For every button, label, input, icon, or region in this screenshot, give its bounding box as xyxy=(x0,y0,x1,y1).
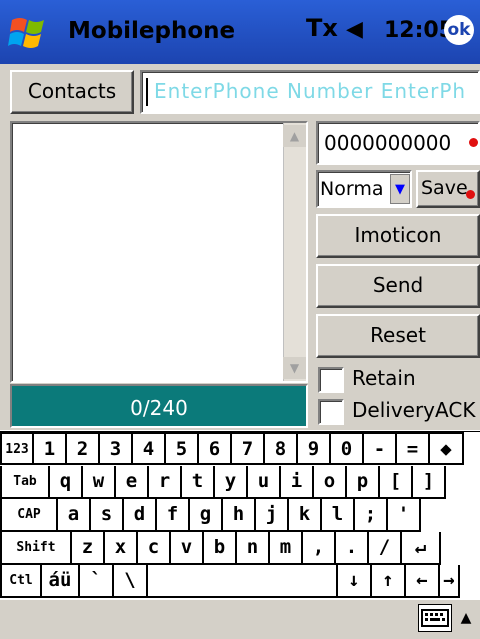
keyboard-key[interactable]: m xyxy=(270,532,303,565)
keyboard-key[interactable]: 1 xyxy=(34,432,67,465)
keyboard-key[interactable]: j xyxy=(256,499,289,532)
keyboard-key[interactable]: x xyxy=(105,532,138,565)
send-button[interactable]: Send xyxy=(316,264,480,308)
keyboard-key[interactable]: 8 xyxy=(265,432,298,465)
keyboard-key[interactable]: ` xyxy=(80,565,114,598)
keyboard-key[interactable]: ◆ xyxy=(430,432,464,465)
keyboard-icon[interactable] xyxy=(418,604,452,632)
keyboard-key[interactable]: \ xyxy=(114,565,148,598)
keyboard-key[interactable]: 0 xyxy=(331,432,364,465)
keyboard-key[interactable]: 7 xyxy=(232,432,265,465)
keyboard-key[interactable]: ← xyxy=(406,565,440,598)
spacebar-key[interactable] xyxy=(148,565,338,598)
keyboard-key[interactable]: u xyxy=(248,466,281,499)
delivery-ack-label: DeliveryACK xyxy=(352,398,476,422)
keyboard-key[interactable]: c xyxy=(138,532,171,565)
keyboard-key[interactable]: i xyxy=(281,466,314,499)
keyboard-key[interactable]: - xyxy=(364,432,397,465)
red-dot-marker xyxy=(466,190,475,199)
character-counter: 0/240 xyxy=(10,384,308,428)
keyboard-key[interactable]: áü xyxy=(42,565,80,598)
keyboard-key[interactable]: h xyxy=(223,499,256,532)
keyboard-key[interactable]: n xyxy=(237,532,270,565)
scroll-down-arrow-icon[interactable]: ▼ xyxy=(283,357,306,379)
menu-bar xyxy=(0,599,480,639)
keyboard-key[interactable]: 4 xyxy=(133,432,166,465)
imoticon-button[interactable]: Imoticon xyxy=(316,214,480,258)
delivery-ack-checkbox[interactable] xyxy=(318,399,344,425)
keyboard-key[interactable]: d xyxy=(124,499,157,532)
keyboard-key[interactable]: l xyxy=(322,499,355,532)
keyboard-key[interactable]: s xyxy=(91,499,124,532)
keyboard-key[interactable]: q xyxy=(50,466,83,499)
keyboard-key[interactable]: Tab xyxy=(0,466,50,499)
keyboard-key[interactable]: Shift xyxy=(0,532,72,565)
text-caret xyxy=(146,78,148,106)
keyboard-key[interactable]: Ctl xyxy=(0,565,42,598)
retain-checkbox[interactable] xyxy=(318,367,344,393)
keyboard-key[interactable]: z xyxy=(72,532,105,565)
keyboard-key[interactable]: ; xyxy=(355,499,388,532)
keyboard-key[interactable]: / xyxy=(369,532,402,565)
keyboard-key[interactable]: 2 xyxy=(67,432,100,465)
keyboard-key[interactable]: 5 xyxy=(166,432,199,465)
keyboard-key[interactable]: 3 xyxy=(100,432,133,465)
speaker-icon[interactable]: ◀︎ xyxy=(346,17,363,42)
number-field[interactable]: 0000000000 xyxy=(316,121,480,165)
sip-menu-arrow-icon[interactable]: ▲ xyxy=(456,604,476,634)
keyboard-key[interactable]: g xyxy=(190,499,223,532)
signal-status-icon[interactable]: Tx xyxy=(306,14,338,42)
keyboard-key[interactable]: v xyxy=(171,532,204,565)
keyboard-key[interactable]: ' xyxy=(388,499,421,532)
keyboard-key[interactable]: a xyxy=(58,499,91,532)
scrollbar[interactable] xyxy=(283,123,306,381)
keyboard-key[interactable]: e xyxy=(116,466,149,499)
message-textarea[interactable] xyxy=(10,121,308,383)
keyboard-key[interactable]: b xyxy=(204,532,237,565)
keyboard-key[interactable]: → xyxy=(440,565,460,598)
keyboard-key[interactable]: t xyxy=(182,466,215,499)
windows-flag-icon[interactable] xyxy=(8,14,50,52)
keyboard-key[interactable]: r xyxy=(149,466,182,499)
keyboard-key[interactable]: 9 xyxy=(298,432,331,465)
keyboard-key[interactable]: w xyxy=(83,466,116,499)
keyboard-key[interactable]: f xyxy=(157,499,190,532)
keyboard-key[interactable]: [ xyxy=(380,466,413,499)
soft-keyboard: 123 1 2 3 4 5 6 7 8 9 0- = ◆ Tab q w e r t y u i o p[] CAP a s d f g h… xyxy=(0,431,480,599)
app-title: Mobilephone xyxy=(68,18,236,44)
keyboard-key[interactable]: o xyxy=(314,466,347,499)
chevron-down-icon[interactable]: ▼ xyxy=(390,174,410,204)
phone-number-input[interactable]: EnterPhone Number EnterPh xyxy=(140,70,480,114)
keyboard-key[interactable]: 6 xyxy=(199,432,232,465)
retain-label: Retain xyxy=(352,366,416,390)
scroll-up-arrow-icon[interactable]: ▲ xyxy=(283,125,306,147)
keyboard-key[interactable]: p xyxy=(347,466,380,499)
keyboard-key[interactable]: . xyxy=(336,532,369,565)
save-button[interactable]: Save xyxy=(416,170,480,208)
keyboard-key[interactable]: ↑ xyxy=(372,565,406,598)
keyboard-key[interactable]: CAP xyxy=(0,499,58,532)
keyboard-key[interactable]: k xyxy=(289,499,322,532)
keyboard-key[interactable]: = xyxy=(397,432,430,465)
keyboard-key[interactable]: y xyxy=(215,466,248,499)
keyboard-key[interactable]: 123 xyxy=(0,432,34,465)
reset-button[interactable]: Reset xyxy=(316,314,480,358)
keyboard-key[interactable]: , xyxy=(303,532,336,565)
ok-button[interactable]: ok xyxy=(444,15,474,45)
contacts-button[interactable]: Contacts xyxy=(10,70,134,114)
red-dot-marker xyxy=(469,138,478,147)
keyboard-key[interactable]: ↵ xyxy=(402,532,441,565)
keyboard-key[interactable]: ] xyxy=(413,466,446,499)
keyboard-key[interactable]: ↓ xyxy=(338,565,372,598)
